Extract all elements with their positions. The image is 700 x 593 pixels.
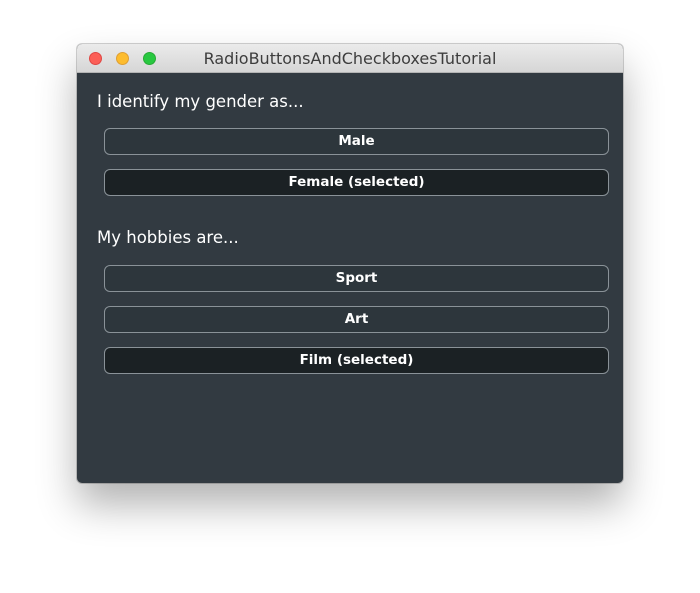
window-content: I identify my gender as... Male Female (… (77, 73, 623, 483)
title-bar[interactable]: RadioButtonsAndCheckboxesTutorial (77, 44, 623, 73)
window-title: RadioButtonsAndCheckboxesTutorial (203, 49, 497, 68)
gender-option-male[interactable]: Male (104, 128, 609, 155)
gender-option-female[interactable]: Female (selected) (104, 169, 609, 196)
hobby-option-film[interactable]: Film (selected) (104, 347, 609, 374)
hobbies-heading: My hobbies are... (97, 228, 239, 247)
gender-heading: I identify my gender as... (97, 92, 304, 111)
hobby-option-sport[interactable]: Sport (104, 265, 609, 292)
app-window: RadioButtonsAndCheckboxesTutorial I iden… (77, 44, 623, 483)
hobby-option-art[interactable]: Art (104, 306, 609, 333)
